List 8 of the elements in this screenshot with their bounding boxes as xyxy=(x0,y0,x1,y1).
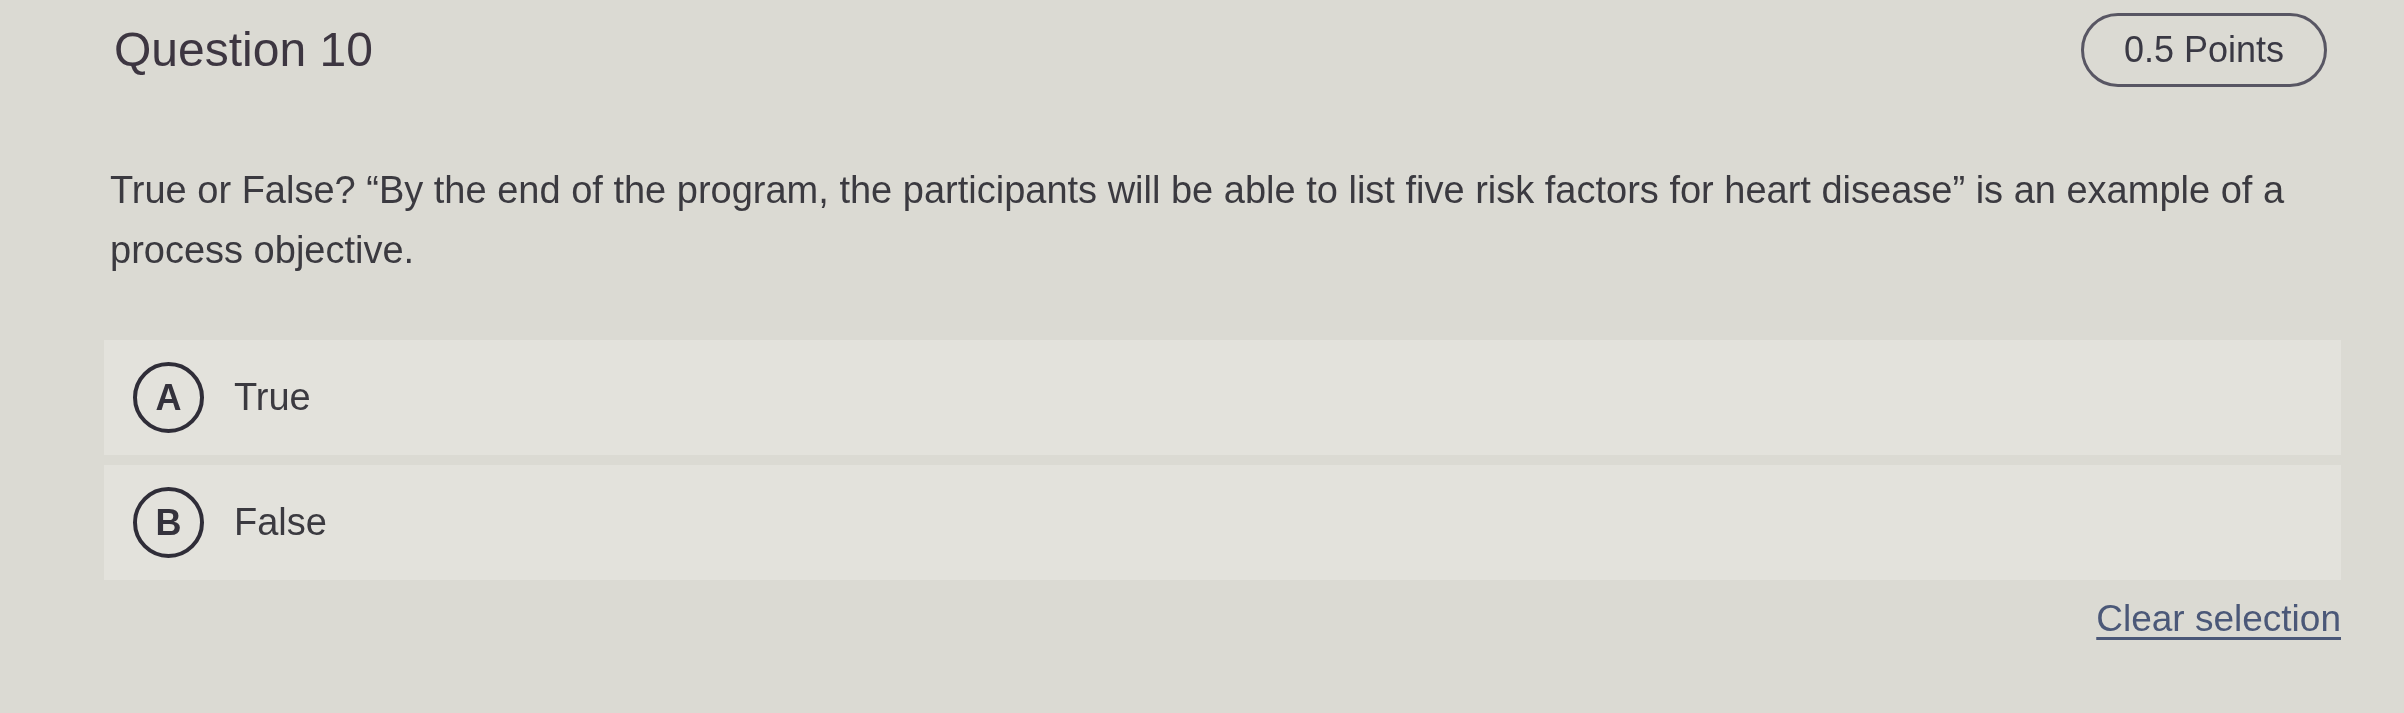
answer-option[interactable]: A True xyxy=(104,340,2341,455)
clear-selection-link[interactable]: Clear selection xyxy=(2096,598,2341,639)
option-letter: A xyxy=(133,362,204,433)
option-letter: B xyxy=(133,487,204,558)
answer-option[interactable]: B False xyxy=(104,465,2341,580)
question-text: True or False? “By the end of the program, the participants will be able to list five risk factors for heart disease” is an example of a process objective. xyxy=(109,168,2286,273)
question-title: Question 10 xyxy=(114,23,373,77)
points-badge: 0.5 Points xyxy=(2080,13,2327,87)
